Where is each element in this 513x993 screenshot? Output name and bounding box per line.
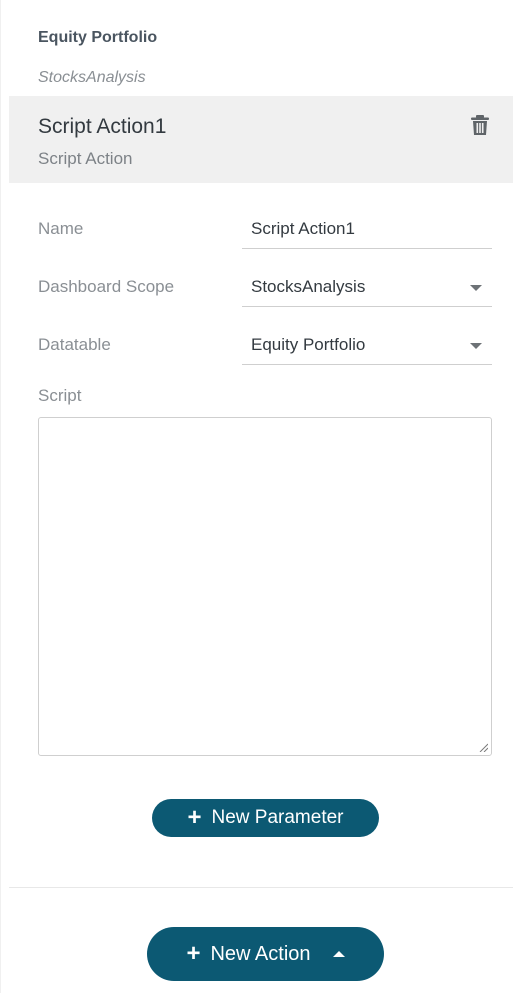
- dashboard-scope-label: Dashboard Scope: [38, 277, 175, 296]
- resize-handle-icon[interactable]: [478, 742, 488, 752]
- new-action-label: New Action: [210, 942, 311, 965]
- new-parameter-label: New Parameter: [211, 807, 344, 828]
- trash-icon[interactable]: [470, 114, 490, 136]
- datatable-title: Equity Portfolio: [38, 29, 158, 46]
- chevron-down-icon: [470, 285, 482, 291]
- action-type: Script Action: [38, 149, 133, 168]
- name-label: Name: [38, 219, 84, 238]
- action-name: Script Action1: [38, 115, 167, 138]
- dashboard-scope-dropdown[interactable]: StocksAnalysis: [242, 273, 492, 307]
- dashboard-subtitle: StocksAnalysis: [38, 69, 146, 86]
- datatable-value: Equity Portfolio: [251, 335, 366, 354]
- datatable-dropdown[interactable]: Equity Portfolio: [242, 331, 492, 365]
- name-field[interactable]: Script Action1: [242, 215, 492, 249]
- chevron-down-icon: [470, 343, 482, 349]
- plus-icon: +: [186, 940, 201, 967]
- selected-action-card[interactable]: Script Action1 Script Action: [9, 96, 513, 183]
- chevron-up-icon: [332, 951, 345, 957]
- script-textarea[interactable]: [38, 417, 492, 756]
- dashboard-scope-value: StocksAnalysis: [251, 277, 366, 296]
- new-parameter-button[interactable]: + New Parameter: [152, 799, 379, 837]
- plus-icon: +: [187, 804, 202, 831]
- action-editor-panel: Equity Portfolio StocksAnalysis Script A…: [0, 0, 513, 993]
- datatable-label: Datatable: [38, 335, 111, 354]
- new-action-button[interactable]: + New Action: [147, 927, 384, 981]
- name-field-value: Script Action1: [251, 219, 355, 238]
- divider: [9, 887, 513, 888]
- script-label: Script: [38, 386, 82, 405]
